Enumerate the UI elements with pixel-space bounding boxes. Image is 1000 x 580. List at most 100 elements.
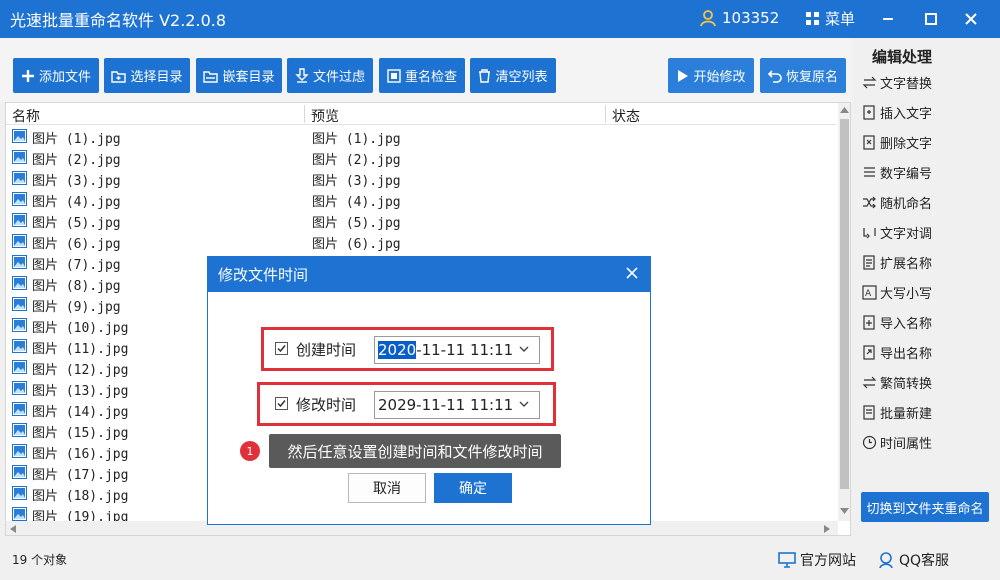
- select-dir-button[interactable]: 选择目录: [104, 58, 190, 93]
- clock-icon: [862, 435, 877, 449]
- file-name: 图片 (17).jpg: [32, 468, 129, 483]
- sidebar-item-6[interactable]: 文字对调: [862, 221, 932, 243]
- ok-button[interactable]: 确定: [434, 473, 512, 503]
- tip-tooltip: 然后任意设置创建时间和文件修改时间: [269, 434, 561, 468]
- start-modify-button[interactable]: 开始修改: [668, 58, 754, 93]
- table-row[interactable]: 图片 (6).jpg 图片 (6).jpg: [6, 231, 836, 252]
- sidebar-item-label: 文字替换: [880, 76, 933, 92]
- column-divider[interactable]: [304, 105, 305, 123]
- create-time-picker[interactable]: 2020-11-11 11:11: [374, 336, 540, 364]
- maximize-button[interactable]: [918, 6, 944, 32]
- sidebar-item-12[interactable]: 批量新建: [862, 401, 932, 423]
- image-file-icon: [12, 255, 27, 269]
- modify-time-value[interactable]: 2029-11-11 11:11: [378, 396, 513, 414]
- sidebar-item-3[interactable]: 删除文字: [862, 131, 932, 153]
- scroll-down-icon[interactable]: [840, 508, 849, 514]
- add-file-button[interactable]: 添加文件: [13, 58, 99, 93]
- svg-text:A: A: [865, 289, 872, 299]
- column-divider[interactable]: [605, 105, 606, 123]
- nested-dir-button[interactable]: 嵌套目录: [196, 58, 282, 93]
- dialog-close-icon[interactable]: [624, 265, 640, 281]
- dup-check-button[interactable]: 重名检查: [379, 58, 465, 93]
- sidebar-item-7[interactable]: 扩展名称: [862, 251, 932, 273]
- vertical-scrollbar[interactable]: [838, 103, 850, 521]
- list-header: 名称 预览 状态: [6, 103, 836, 125]
- filter-icon: [295, 68, 309, 83]
- modify-time-checkbox[interactable]: [275, 397, 288, 410]
- qq-service-link[interactable]: QQ客服: [877, 550, 949, 570]
- table-row[interactable]: 图片 (2).jpg 图片 (2).jpg: [6, 147, 836, 168]
- switch-folder-rename-button[interactable]: 切换到文件夹重命名: [861, 492, 989, 522]
- minimize-icon: [883, 18, 893, 20]
- modify-time-picker[interactable]: 2029-11-11 11:11: [374, 391, 540, 419]
- file-name: 图片 (1).jpg: [32, 132, 121, 147]
- toolbar: 添加文件 选择目录 嵌套目录 文件过虑 重名检查 清空列表 开始修改 恢复原名: [0, 38, 852, 102]
- file-name: 图片 (2).jpg: [32, 153, 121, 168]
- create-time-value[interactable]: 2020-11-11 11:11: [378, 341, 513, 359]
- create-time-checkbox[interactable]: [275, 342, 288, 355]
- sidebar-item-label: 导入名称: [880, 316, 933, 332]
- column-status[interactable]: 状态: [612, 106, 640, 126]
- monitor-icon: [778, 552, 796, 568]
- maximize-icon: [925, 13, 937, 25]
- close-button[interactable]: [958, 6, 984, 32]
- scroll-right-icon[interactable]: [824, 525, 830, 533]
- file-name: 图片 (7).jpg: [32, 258, 121, 273]
- file-name: 图片 (9).jpg: [32, 300, 121, 315]
- image-file-icon: [12, 192, 27, 206]
- chevron-down-icon[interactable]: [519, 401, 529, 407]
- sidebar-item-9[interactable]: 导入名称: [862, 311, 932, 333]
- dialog-title: 修改文件时间: [218, 266, 309, 284]
- duplicate-check-icon: [387, 68, 401, 83]
- file-filter-button[interactable]: 文件过虑: [287, 58, 373, 93]
- table-row[interactable]: 图片 (5).jpg 图片 (5).jpg: [6, 210, 836, 231]
- sidebar-item-8[interactable]: A 大写小写: [862, 281, 932, 303]
- sidebar-item-11[interactable]: 繁简转换: [862, 371, 932, 393]
- check-icon: [277, 400, 286, 408]
- file-name: 图片 (15).jpg: [32, 426, 129, 441]
- restore-name-button[interactable]: 恢复原名: [760, 58, 846, 93]
- create-time-rest[interactable]: -11-11 11:11: [416, 341, 513, 359]
- file-filter-label: 文件过虑: [312, 70, 365, 85]
- sidebar-item-4[interactable]: 数字编号: [862, 161, 932, 183]
- table-row[interactable]: 图片 (1).jpg 图片 (1).jpg: [6, 126, 836, 147]
- modify-time-dialog: 修改文件时间 创建时间 2020-11-11 11:11 修改时间 2029-1…: [207, 256, 651, 525]
- user-account[interactable]: 103352: [698, 8, 779, 28]
- minimize-button[interactable]: [875, 6, 901, 32]
- create-time-year[interactable]: 2020: [378, 341, 417, 359]
- cancel-button[interactable]: 取消: [348, 473, 426, 503]
- clear-list-button[interactable]: 清空列表: [470, 58, 556, 93]
- column-name[interactable]: 名称: [12, 106, 40, 126]
- menu-button[interactable]: 菜单: [806, 8, 855, 29]
- file-preview: 图片 (5).jpg: [312, 216, 401, 231]
- image-file-icon: [12, 318, 27, 332]
- dialog-header: 修改文件时间: [208, 257, 650, 292]
- app-title: 光速批量重命名软件 V2.2.0.8: [10, 11, 227, 30]
- status-bar: 19 个对象 官方网站 QQ客服: [0, 538, 1000, 580]
- sidebar-item-2[interactable]: 插入文字: [862, 101, 932, 123]
- play-icon: [678, 69, 689, 82]
- vertical-scroll-thumb[interactable]: [840, 119, 849, 489]
- add-file-label: 添加文件: [38, 70, 91, 85]
- column-preview[interactable]: 预览: [311, 106, 339, 126]
- image-file-icon: [12, 213, 27, 227]
- sidebar-item-13[interactable]: 时间属性: [862, 431, 932, 453]
- image-file-icon: [12, 171, 27, 185]
- website-link[interactable]: 官方网站: [778, 550, 856, 570]
- file-name: 图片 (12).jpg: [32, 363, 129, 378]
- user-icon: [700, 10, 716, 27]
- support-icon: [879, 552, 893, 569]
- sidebar-item-5[interactable]: 随机命名: [862, 191, 932, 213]
- sidebar-item-10[interactable]: 导出名称: [862, 341, 932, 363]
- tip-step-badge: 1: [240, 441, 260, 461]
- file-name: 图片 (3).jpg: [32, 174, 121, 189]
- table-row[interactable]: 图片 (3).jpg 图片 (3).jpg: [6, 168, 836, 189]
- sidebar-item-label: 时间属性: [880, 436, 933, 452]
- table-row[interactable]: 图片 (4).jpg 图片 (4).jpg: [6, 189, 836, 210]
- sidebar-item-1[interactable]: 文字替换: [862, 71, 932, 93]
- edit-sidebar: 编辑处理 文字替换 插入文字 删除文字 数字编号 随机命名 文字对调 扩展名称 A 大写小写 导入…: [852, 38, 1000, 538]
- image-file-icon: [12, 444, 27, 458]
- scroll-up-icon[interactable]: [840, 107, 849, 113]
- scroll-left-icon[interactable]: [10, 525, 16, 533]
- chevron-down-icon[interactable]: [519, 346, 529, 352]
